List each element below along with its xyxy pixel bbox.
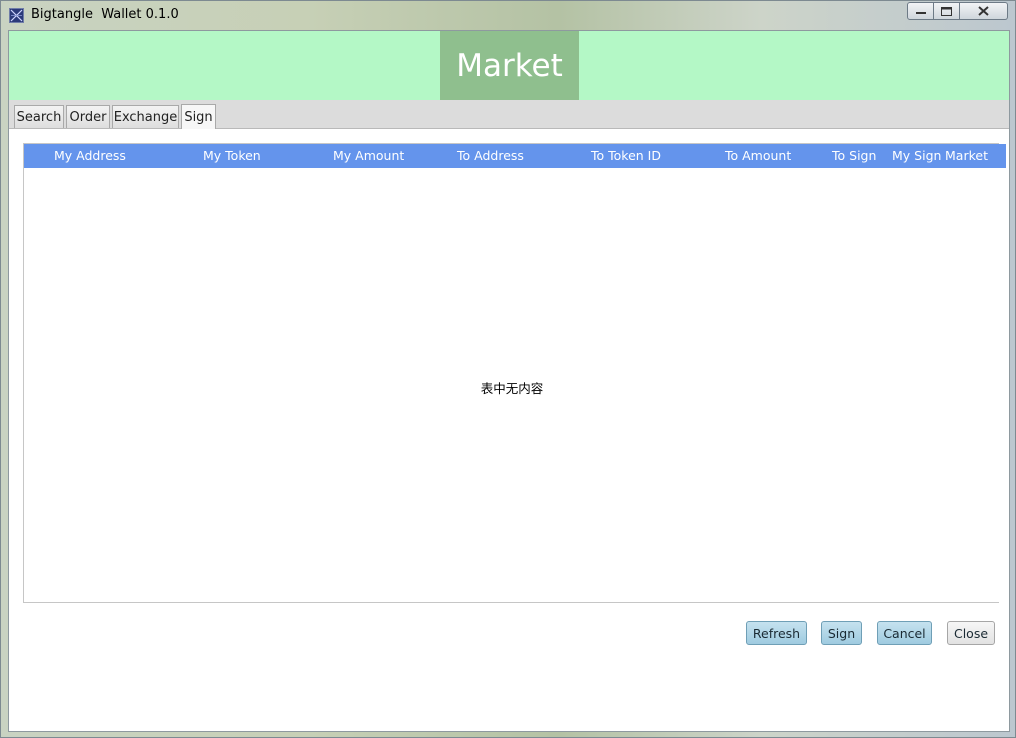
- column-header-my-token[interactable]: My Token: [203, 144, 261, 168]
- column-header-my-address[interactable]: My Address: [54, 144, 126, 168]
- maximize-icon: [941, 6, 952, 16]
- column-header-to-amount[interactable]: To Amount: [725, 144, 791, 168]
- refresh-button[interactable]: Refresh: [746, 621, 807, 645]
- tab-bar: Search Order Exchange Sign: [9, 100, 1009, 129]
- minimize-button[interactable]: [907, 2, 934, 20]
- table-header: My Address My Token My Amount To Address…: [24, 144, 1006, 168]
- app-logo-icon: [9, 8, 24, 23]
- tab-order[interactable]: Order: [66, 105, 110, 128]
- sign-table[interactable]: My Address My Token My Amount To Address…: [23, 143, 1006, 603]
- maximize-button[interactable]: [934, 2, 960, 20]
- empty-table-message: 表中无内容: [480, 381, 544, 396]
- tab-exchange[interactable]: Exchange: [112, 105, 179, 128]
- cancel-button[interactable]: Cancel: [877, 621, 932, 645]
- title-bar[interactable]: Bigtangle Wallet 0.1.0: [1, 1, 1016, 29]
- minimize-icon: [915, 12, 926, 14]
- sign-button[interactable]: Sign: [821, 621, 862, 645]
- column-header-to-sign[interactable]: To Sign: [832, 144, 876, 168]
- column-header-my-sign[interactable]: My Sign: [892, 144, 941, 168]
- window-title: Bigtangle Wallet 0.1.0: [31, 7, 179, 22]
- tab-search[interactable]: Search: [14, 105, 64, 128]
- column-header-my-amount[interactable]: My Amount: [333, 144, 404, 168]
- tab-sign[interactable]: Sign: [181, 104, 216, 129]
- header-banner: Market: [9, 31, 1009, 100]
- app-window: Bigtangle Wallet 0.1.0 Market Search Ord…: [0, 0, 1016, 738]
- column-header-to-token-id[interactable]: To Token ID: [591, 144, 661, 168]
- column-header-market[interactable]: Market: [945, 144, 988, 168]
- close-button[interactable]: Close: [947, 621, 995, 645]
- close-window-button[interactable]: [960, 2, 1008, 20]
- column-header-to-address[interactable]: To Address: [457, 144, 524, 168]
- main-panel: Market Search Order Exchange Sign My Add…: [8, 30, 1010, 732]
- window-controls: [907, 2, 1008, 21]
- close-icon: [978, 6, 989, 16]
- page-title: Market: [440, 31, 579, 100]
